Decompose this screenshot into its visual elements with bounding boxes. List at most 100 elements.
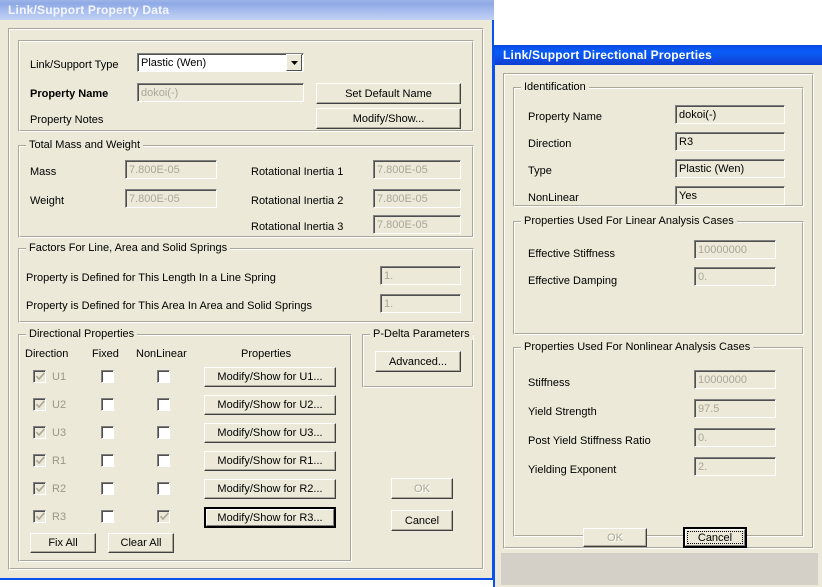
check-icon <box>159 512 170 521</box>
fixed-checkbox-u2[interactable] <box>101 398 114 411</box>
left-ok-button: OK <box>391 478 453 499</box>
nonlinear-analysis-title: Properties Used For Nonlinear Analysis C… <box>521 341 754 353</box>
pdelta-advanced-button[interactable]: Advanced... <box>375 351 461 372</box>
modify-show-u1-button[interactable]: Modify/Show for U1... <box>204 367 336 387</box>
check-icon <box>35 484 46 493</box>
stiffness-value: 10000000 <box>698 373 747 386</box>
modify-show-r3-button[interactable]: Modify/Show for R3... <box>204 507 336 528</box>
link-support-property-data-dialog: Link/Support Property Data Link/Support … <box>0 0 494 580</box>
id-direction-input[interactable]: R3 <box>675 132 785 151</box>
line-spring-length-input[interactable]: 1. <box>380 266 461 285</box>
fixed-checkbox-r1[interactable] <box>101 454 114 467</box>
factors-title: Factors For Line, Area and Solid Springs <box>26 242 231 254</box>
yield-strength-value: 97.5 <box>698 402 720 415</box>
total-mass-weight-title: Total Mass and Weight <box>26 139 144 151</box>
modify-show-u2-button[interactable]: Modify/Show for U2... <box>204 395 336 415</box>
link-support-type-value: Plastic (Wen) <box>141 56 207 69</box>
id-type-input[interactable]: Plastic (Wen) <box>675 159 785 178</box>
direction-checkbox-u2 <box>33 398 46 411</box>
right-ok-button: OK <box>583 528 647 547</box>
nonlinear-checkbox-u2[interactable] <box>157 398 170 411</box>
id-nonlinear-input[interactable]: Yes <box>675 186 785 205</box>
id-type-value: Plastic (Wen) <box>679 162 745 175</box>
fixed-checkbox-r3[interactable] <box>101 510 114 523</box>
property-name-value: dokoi(-) <box>141 86 179 99</box>
modify-show-u3-button[interactable]: Modify/Show for U3... <box>204 423 336 443</box>
rotational-inertia-2-label: Rotational Inertia 2 <box>251 195 344 207</box>
weight-label: Weight <box>30 195 65 207</box>
id-type-label: Type <box>528 165 552 177</box>
check-icon <box>35 428 46 437</box>
rotational-inertia-2-input[interactable]: 7.800E-05 <box>373 189 461 208</box>
right-cancel-button[interactable]: Cancel <box>683 527 747 548</box>
property-name-input[interactable]: dokoi(-) <box>137 83 304 102</box>
yielding-exponent-label: Yielding Exponent <box>528 464 617 476</box>
set-default-name-button[interactable]: Set Default Name <box>316 83 461 104</box>
nonlinear-checkbox-r2[interactable] <box>157 482 170 495</box>
direction-checkbox-r1 <box>33 454 46 467</box>
fixed-checkbox-u3[interactable] <box>101 426 114 439</box>
stiffness-label: Stiffness <box>528 377 570 389</box>
area-solid-spring-area-input[interactable]: 1. <box>380 294 461 313</box>
check-icon <box>35 400 46 409</box>
post-yield-stiffness-ratio-value: 0. <box>698 431 708 444</box>
right-dialog-titlebar[interactable]: Link/Support Directional Properties <box>495 45 822 65</box>
direction-checkbox-u1 <box>33 370 46 383</box>
id-direction-label: Direction <box>528 138 572 150</box>
post-yield-stiffness-ratio-label: Post Yield Stiffness Ratio <box>528 435 651 447</box>
id-nonlinear-value: Yes <box>679 189 697 202</box>
effective-damping-label: Effective Damping <box>528 275 618 287</box>
weight-input[interactable]: 7.800E-05 <box>125 189 217 208</box>
property-name-label: Property Name <box>30 88 109 100</box>
rotational-inertia-3-input[interactable]: 7.800E-05 <box>373 215 461 234</box>
left-dialog-titlebar[interactable]: Link/Support Property Data <box>0 0 494 20</box>
stiffness-input[interactable]: 10000000 <box>694 370 776 389</box>
nonlinear-checkbox-r1[interactable] <box>157 454 170 467</box>
identification-title: Identification <box>521 81 589 93</box>
yielding-exponent-input[interactable]: 2. <box>694 457 776 476</box>
line-spring-length-label: Property is Defined for This Length In a… <box>26 272 276 284</box>
weight-value: 7.800E-05 <box>129 192 180 205</box>
directional-properties-title: Directional Properties <box>26 328 138 340</box>
rotational-inertia-3-label: Rotational Inertia 3 <box>251 221 344 233</box>
effective-stiffness-input[interactable]: 10000000 <box>694 240 776 259</box>
nonlinear-checkbox-u1[interactable] <box>157 370 170 383</box>
yielding-exponent-value: 2. <box>698 460 708 473</box>
id-nonlinear-label: NonLinear <box>528 192 579 204</box>
yield-strength-input[interactable]: 97.5 <box>694 399 776 418</box>
fixed-checkbox-u1[interactable] <box>101 370 114 383</box>
modify-show-r2-button[interactable]: Modify/Show for R2... <box>204 479 336 499</box>
right-dialog-title: Link/Support Directional Properties <box>503 48 713 62</box>
yield-strength-label: Yield Strength <box>528 406 597 418</box>
fix-all-button[interactable]: Fix All <box>30 533 96 553</box>
nonlinear-checkbox-u3[interactable] <box>157 426 170 439</box>
right-dialog-status-strip <box>501 553 818 585</box>
direction-label-r2: R2 <box>52 483 67 495</box>
modify-show-notes-button[interactable]: Modify/Show... <box>316 108 461 129</box>
id-property-name-label: Property Name <box>528 111 602 123</box>
direction-label-u1: U1 <box>52 371 67 383</box>
left-cancel-button[interactable]: Cancel <box>391 510 453 531</box>
link-support-directional-properties-dialog: Link/Support Directional Properties Iden… <box>493 45 822 587</box>
check-icon <box>35 512 46 521</box>
fixed-checkbox-r2[interactable] <box>101 482 114 495</box>
linear-analysis-title: Properties Used For Linear Analysis Case… <box>521 215 737 227</box>
direction-checkbox-u3 <box>33 426 46 439</box>
rotational-inertia-3-value: 7.800E-05 <box>377 218 428 231</box>
pdelta-parameters-title: P-Delta Parameters <box>370 328 473 340</box>
id-direction-value: R3 <box>679 135 694 148</box>
modify-show-r1-button[interactable]: Modify/Show for R1... <box>204 451 336 471</box>
link-support-type-label: Link/Support Type <box>30 59 119 71</box>
direction-checkbox-r2 <box>33 482 46 495</box>
post-yield-stiffness-ratio-input[interactable]: 0. <box>694 428 776 447</box>
chevron-down-icon[interactable] <box>286 54 302 71</box>
column-header-direction: Direction <box>25 348 69 360</box>
clear-all-button[interactable]: Clear All <box>108 533 174 553</box>
id-property-name-input[interactable]: dokoi(-) <box>675 105 785 124</box>
rotational-inertia-1-input[interactable]: 7.800E-05 <box>373 160 461 179</box>
effective-damping-input[interactable]: 0. <box>694 267 776 286</box>
link-support-type-combo[interactable]: Plastic (Wen) <box>137 53 304 72</box>
mass-input[interactable]: 7.800E-05 <box>125 160 217 179</box>
area-solid-spring-area-value: 1. <box>384 297 394 310</box>
effective-stiffness-value: 10000000 <box>698 243 747 256</box>
